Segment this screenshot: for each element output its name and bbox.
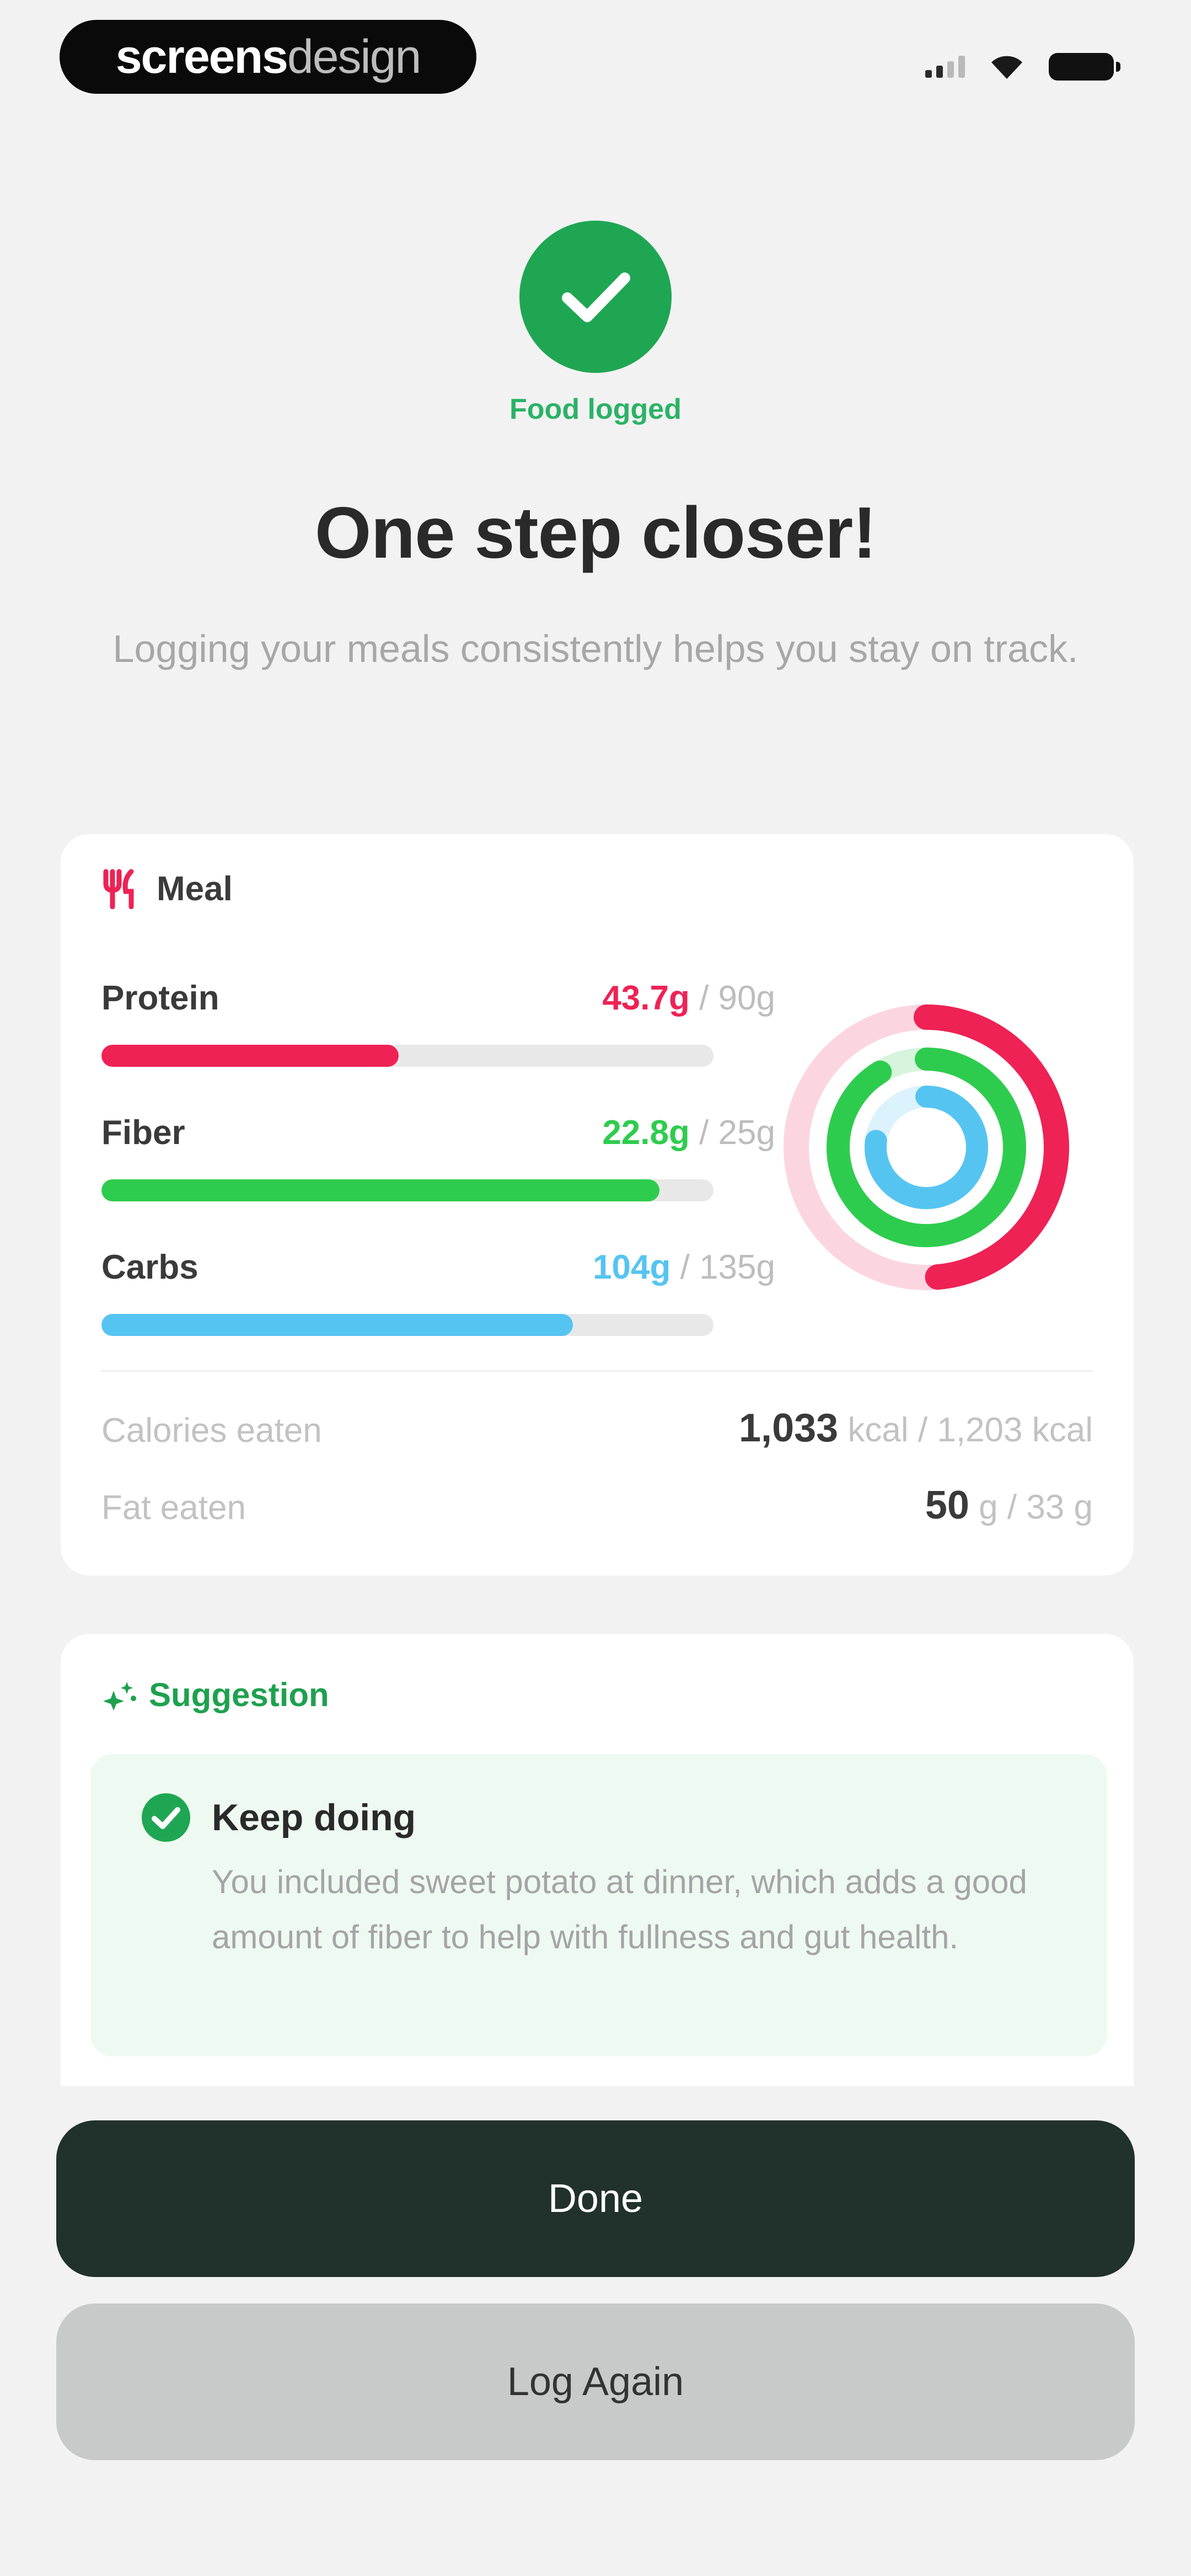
nutrient-amount: 43.7g / 90g (602, 979, 775, 1018)
meal-summary-card: Meal Protein 43.7g / 90g Fiber 22.8g / 2… (61, 834, 1134, 1575)
stat-label: Fat eaten (101, 1489, 246, 1527)
stat-label: Calories eaten (101, 1412, 322, 1450)
brand-watermark: screens design (60, 20, 476, 94)
done-button[interactable]: Done (56, 2120, 1135, 2277)
fat-eaten-row: Fat eaten 50 g / 33 g (101, 1483, 1093, 1532)
fork-knife-icon (103, 869, 134, 909)
carbs-progress-fill (101, 1314, 573, 1336)
stat-value: 1,033 kcal / 1,203 kcal (739, 1405, 1093, 1451)
suggestion-card: Suggestion Keep doing You included sweet… (61, 1634, 1134, 2086)
protein-progress-fill (101, 1045, 399, 1067)
stat-value: 50 g / 33 g (925, 1483, 1093, 1528)
page-title: One step closer! (314, 492, 877, 573)
brand-light-text: design (287, 30, 421, 83)
nutrient-name: Carbs (101, 1248, 198, 1286)
meal-card-header: Meal (101, 868, 233, 909)
suggestion-tip: Keep doing You included sweet potato at … (90, 1754, 1107, 2056)
log-again-button[interactable]: Log Again (56, 2304, 1135, 2460)
protein-progress-track (101, 1045, 713, 1067)
food-logged-label: Food logged (509, 393, 682, 425)
nutrient-goal: / 135g (670, 1248, 775, 1286)
tip-body: You included sweet potato at dinner, whi… (212, 1863, 1027, 1955)
fiber-progress-fill (101, 1179, 660, 1201)
checkmark-icon (519, 221, 672, 373)
food-logged-screen: screens design Food logged One step close… (0, 0, 1191, 2576)
nutrient-amount: 104g / 135g (593, 1248, 775, 1287)
cellular-signal-icon (925, 56, 965, 78)
brand-bold-text: screens (115, 30, 288, 83)
stat-unit: kcal / 1,203 kcal (838, 1411, 1093, 1449)
battery-icon (1049, 53, 1120, 81)
calories-eaten-row: Calories eaten 1,033 kcal / 1,203 kcal (101, 1405, 1093, 1455)
nutrient-amount: 22.8g / 25g (602, 1113, 775, 1152)
check-circle-icon (142, 1793, 190, 1842)
carbs-progress-track (101, 1314, 713, 1336)
nutrient-value: 43.7g (602, 979, 690, 1017)
nutrient-name: Protein (101, 979, 219, 1017)
page-subtitle: Logging your meals consistently helps yo… (112, 627, 1079, 670)
nutrient-value: 104g (593, 1248, 671, 1286)
status-icons (925, 53, 1120, 81)
nutrition-rings-chart (784, 1004, 1069, 1290)
nutrient-goal: / 25g (689, 1114, 775, 1152)
stat-number: 50 (925, 1483, 969, 1527)
suggestion-title: Suggestion (149, 1676, 329, 1713)
stat-number: 1,033 (739, 1406, 839, 1450)
card-divider (101, 1370, 1093, 1372)
tip-title: Keep doing (212, 1797, 416, 1839)
nutrient-goal: / 90g (689, 979, 775, 1017)
sparkle-icon (103, 1681, 136, 1711)
suggestion-header: Suggestion (101, 1676, 329, 1714)
nutrient-value: 22.8g (602, 1114, 690, 1152)
meal-card-title: Meal (157, 869, 233, 908)
nutrient-name: Fiber (101, 1114, 185, 1152)
fiber-progress-track (101, 1179, 713, 1201)
wifi-icon (991, 56, 1022, 79)
stat-unit: g / 33 g (969, 1488, 1093, 1526)
